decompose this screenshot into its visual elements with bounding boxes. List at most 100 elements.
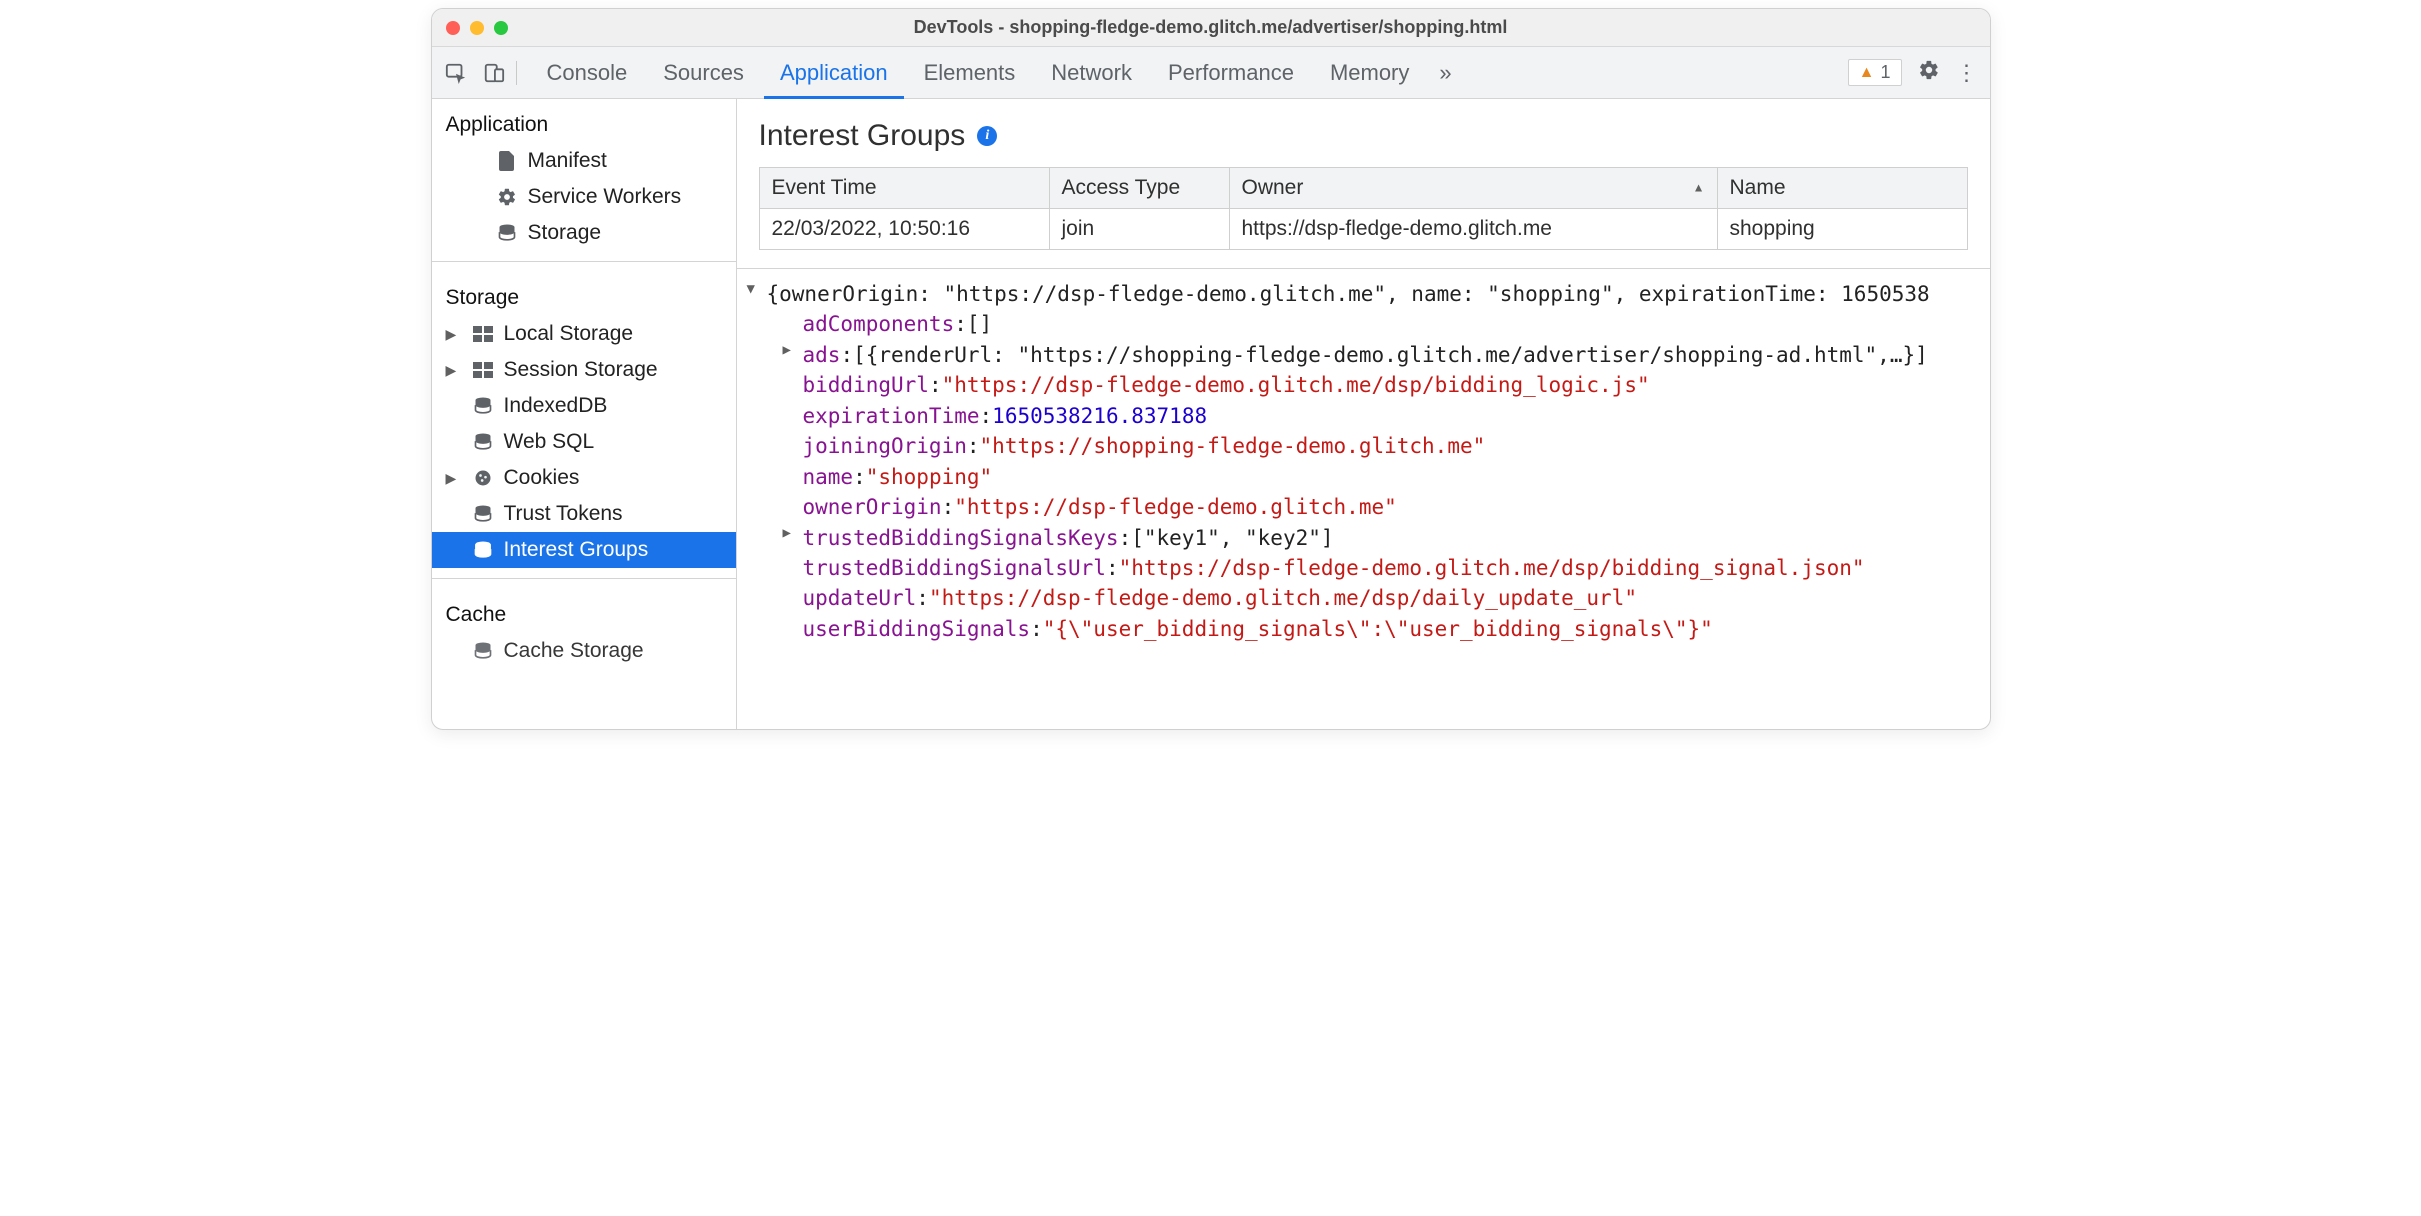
minimize-window-button[interactable] [470,21,484,35]
json-value: "https://shopping-fledge-demo.glitch.me" [980,431,1486,461]
tab-network[interactable]: Network [1035,47,1148,99]
table-header-row: Event Time Access Type Owner ▲ Name [759,168,1967,209]
expand-icon: ▶ [446,362,462,379]
sidebar-item-websql[interactable]: Web SQL [432,424,736,460]
json-property[interactable]: biddingUrl: "https://dsp-fledge-demo.gli… [747,370,1986,400]
json-property[interactable]: userBiddingSignals: "{\"user_bidding_sig… [747,614,1986,644]
table-icon [472,323,494,345]
json-value: 1650538216.837188 [992,401,1207,431]
expand-icon[interactable]: ▶ [783,523,803,553]
json-property[interactable]: adComponents: [] [747,309,1986,339]
sidebar-item-manifest[interactable]: Manifest [432,143,736,179]
sidebar-item-indexeddb[interactable]: IndexedDB [432,388,736,424]
col-event-time[interactable]: Event Time [759,168,1049,209]
more-options-button[interactable]: ⋮ [1956,60,1978,86]
cell-name: shopping [1717,209,1967,250]
sidebar-item-service-workers[interactable]: Service Workers [432,179,736,215]
cell-access-type: join [1049,209,1229,250]
sidebar-item-label: Storage [528,221,602,245]
collapse-icon[interactable]: ▼ [747,279,767,309]
tab-application[interactable]: Application [764,47,904,99]
gear-icon [496,186,518,208]
json-key: ownerOrigin [803,492,942,522]
json-root[interactable]: ▼ {ownerOrigin: "https://dsp-fledge-demo… [747,279,1986,309]
tab-sources[interactable]: Sources [647,47,760,99]
sidebar-item-cookies[interactable]: ▶ Cookies [432,460,736,496]
col-owner[interactable]: Owner ▲ [1229,168,1717,209]
application-sidebar: Application Manifest Service Workers Sto… [432,99,737,729]
inspect-element-icon[interactable] [444,61,468,85]
json-value: "https://dsp-fledge-demo.glitch.me" [954,492,1397,522]
sidebar-item-label: Session Storage [504,358,658,382]
json-property[interactable]: trustedBiddingSignalsUrl: "https://dsp-f… [747,553,1986,583]
tab-performance[interactable]: Performance [1152,47,1310,99]
sidebar-item-trust-tokens[interactable]: Trust Tokens [432,496,736,532]
json-value: [] [967,309,992,339]
devtools-window: DevTools - shopping-fledge-demo.glitch.m… [431,8,1991,730]
json-value: "shopping" [866,462,992,492]
tab-elements[interactable]: Elements [908,47,1032,99]
interest-groups-table: Event Time Access Type Owner ▲ Name 22/0… [759,167,1968,250]
json-value: [{renderUrl: "https://shopping-fledge-de… [853,340,1928,370]
sidebar-item-label: IndexedDB [504,394,608,418]
json-key: joiningOrigin [803,431,967,461]
expand-icon [783,431,803,461]
expand-icon [783,462,803,492]
cell-event-time: 22/03/2022, 10:50:16 [759,209,1049,250]
window-title: DevTools - shopping-fledge-demo.glitch.m… [432,17,1990,38]
sidebar-item-label: Manifest [528,149,607,173]
database-icon [472,539,494,561]
sidebar-item-label: Cookies [504,466,580,490]
col-access-type[interactable]: Access Type [1049,168,1229,209]
json-property[interactable]: expirationTime: 1650538216.837188 [747,401,1986,431]
tab-console[interactable]: Console [531,47,644,99]
device-toolbar-icon[interactable] [482,61,506,85]
database-icon [496,222,518,244]
json-key: updateUrl [803,583,917,613]
database-icon [472,431,494,453]
json-value: "{\"user_bidding_signals\":\"user_biddin… [1043,614,1713,644]
json-property[interactable]: ▶trustedBiddingSignalsKeys: ["key1", "ke… [747,523,1986,553]
zoom-window-button[interactable] [494,21,508,35]
settings-button[interactable] [1918,59,1940,87]
json-key: name [803,462,854,492]
panel-body: Application Manifest Service Workers Sto… [432,99,1990,729]
details-json-viewer[interactable]: ▼ {ownerOrigin: "https://dsp-fledge-demo… [737,268,1990,729]
expand-icon[interactable]: ▶ [783,340,803,370]
sidebar-item-label: Interest Groups [504,538,649,562]
cell-owner: https://dsp-fledge-demo.glitch.me [1229,209,1717,250]
database-icon [472,395,494,417]
sidebar-item-label: Local Storage [504,322,634,346]
sidebar-section-application: Application [432,99,736,143]
sidebar-item-interest-groups[interactable]: Interest Groups [432,532,736,568]
json-value: "https://dsp-fledge-demo.glitch.me/dsp/d… [929,583,1637,613]
window-controls [446,21,508,35]
warnings-badge[interactable]: ▲ 1 [1848,59,1902,86]
json-key: trustedBiddingSignalsKeys [803,523,1119,553]
sidebar-item-cache-storage[interactable]: Cache Storage [432,633,736,669]
json-header: {ownerOrigin: "https://dsp-fledge-demo.g… [767,279,1930,309]
close-window-button[interactable] [446,21,460,35]
tab-memory[interactable]: Memory [1314,47,1425,99]
json-property[interactable]: ▶ads: [{renderUrl: "https://shopping-fle… [747,340,1986,370]
info-icon[interactable]: i [977,126,997,146]
json-property[interactable]: joiningOrigin: "https://shopping-fledge-… [747,431,1986,461]
json-property[interactable]: updateUrl: "https://dsp-fledge-demo.glit… [747,583,1986,613]
sidebar-item-local-storage[interactable]: ▶ Local Storage [432,316,736,352]
cookie-icon [472,467,494,489]
col-name[interactable]: Name [1717,168,1967,209]
sidebar-item-storage[interactable]: Storage [432,215,736,251]
devtools-tabstrip: Console Sources Application Elements Net… [432,47,1990,99]
sidebar-item-session-storage[interactable]: ▶ Session Storage [432,352,736,388]
main-panel: Interest Groups i Event Time Access Type… [737,99,1990,729]
json-key: biddingUrl [803,370,929,400]
sidebar-item-label: Cache Storage [504,639,644,663]
table-row[interactable]: 22/03/2022, 10:50:16 join https://dsp-fl… [759,209,1967,250]
expand-icon [783,614,803,644]
json-value: "https://dsp-fledge-demo.glitch.me/dsp/b… [942,370,1650,400]
file-icon [496,150,518,172]
title-bar: DevTools - shopping-fledge-demo.glitch.m… [432,9,1990,47]
json-property[interactable]: ownerOrigin: "https://dsp-fledge-demo.gl… [747,492,1986,522]
json-property[interactable]: name: "shopping" [747,462,1986,492]
tabs-overflow-button[interactable]: » [1429,60,1461,86]
